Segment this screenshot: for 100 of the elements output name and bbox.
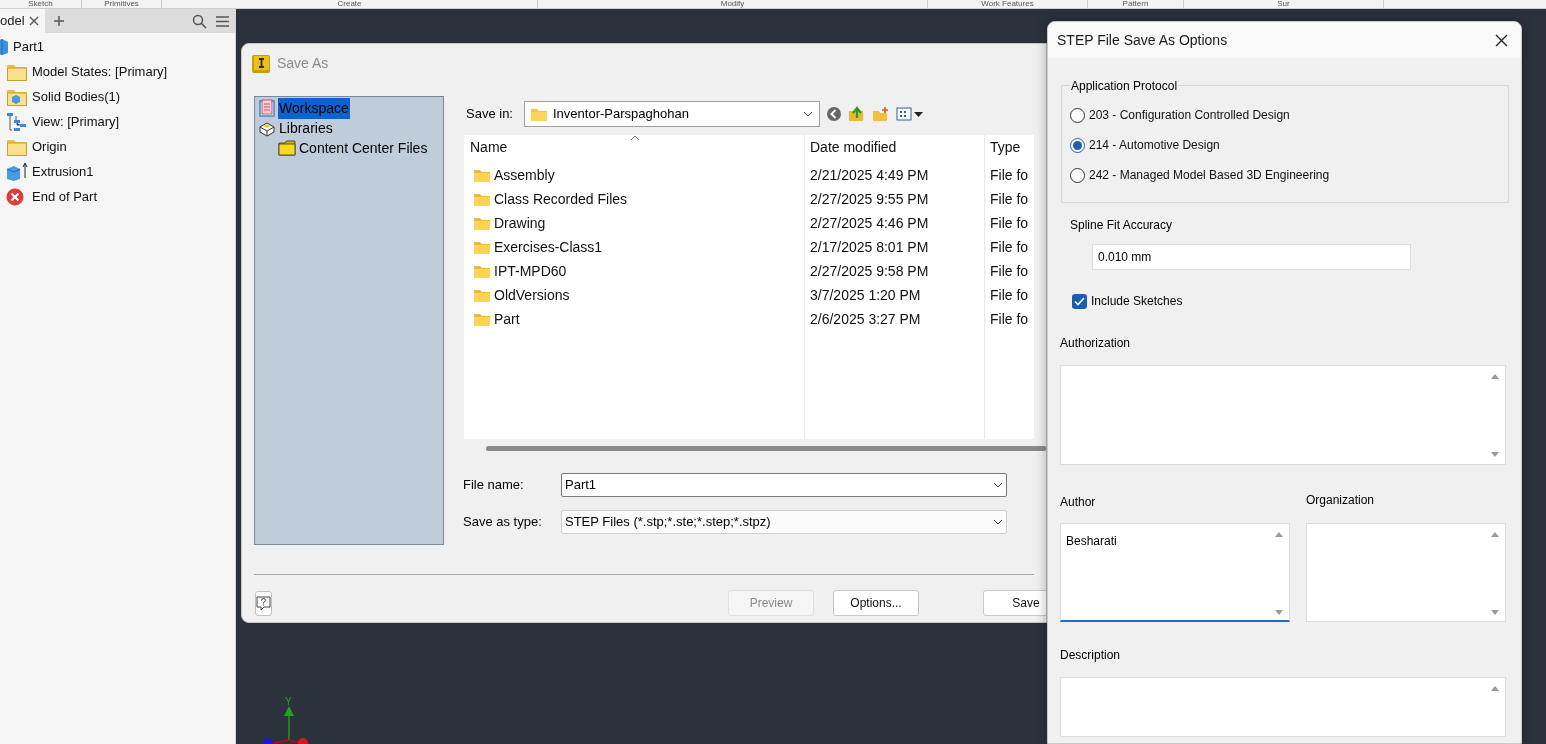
date-cell-text: 3/7/2025 1:20 PM: [809, 285, 922, 305]
authorization-field[interactable]: [1060, 365, 1506, 465]
date-cell-text: 2/17/2025 8:01 PM: [809, 237, 930, 257]
ribbon-tab[interactable]: Work Features: [981, 0, 1034, 8]
back-icon[interactable]: [826, 106, 842, 122]
help-icon: [256, 595, 271, 611]
folder-icon: [278, 140, 296, 156]
scroll-arrows-icon: [1490, 372, 1500, 458]
search-icon[interactable]: [192, 13, 207, 29]
radio-button[interactable]: [1070, 137, 1085, 153]
date-cell-text: 2/6/2025 3:27 PM: [809, 309, 922, 329]
authorization-label: Authorization: [1060, 335, 1132, 352]
view-menu-icon[interactable]: [896, 107, 924, 121]
file-name-cell[interactable]: Part: [494, 308, 520, 330]
save-in-dropdown[interactable]: Inventor-Parspaghohan: [524, 101, 820, 127]
model-tab[interactable]: odel: [0, 9, 45, 33]
type-cell-text: File fo: [989, 237, 1029, 257]
radio-button[interactable]: [1070, 167, 1085, 183]
hierarchy-icon: [6, 111, 28, 132]
scroll-arrows-icon: [1274, 530, 1284, 616]
tab-label: odel: [0, 12, 25, 31]
organization-field[interactable]: [1306, 523, 1506, 622]
file-name-cell[interactable]: Class Recorded Files: [494, 188, 628, 210]
app-logo-icon: [251, 53, 271, 74]
dropdown-value: STEP Files (*.stp;*.ste;*.step;*.stpz): [565, 513, 772, 532]
date-cell-text: 2/27/2025 9:55 PM: [809, 189, 930, 209]
extrusion-icon: [6, 161, 28, 182]
type-cell-text: File fo: [989, 309, 1029, 329]
date-cell-text: 2/27/2025 4:46 PM: [809, 213, 930, 233]
tree-item[interactable]: Model States: [Primary]: [32, 61, 168, 82]
file-name-cell[interactable]: Exercises-Class1: [494, 236, 603, 258]
folder-icon: [473, 263, 491, 279]
menu-icon[interactable]: [215, 14, 230, 28]
dialog-title: Save As: [277, 54, 329, 73]
radio-button[interactable]: [1070, 107, 1085, 123]
radio-label: 242 - Managed Model Based 3D Engineering: [1089, 167, 1330, 184]
save-in-label: Save in:: [466, 105, 514, 124]
tree-item[interactable]: Extrusion1: [32, 161, 94, 182]
place-item[interactable]: Libraries: [278, 117, 334, 139]
tree-item[interactable]: Solid Bodies(1): [32, 86, 121, 107]
axis-triad-drawing: Y: [258, 696, 318, 744]
field-value: Part1: [565, 476, 598, 495]
description-field[interactable]: [1060, 677, 1506, 737]
place-item[interactable]: Content Center Files: [298, 137, 429, 159]
dialog-title: STEP File Save As Options: [1057, 30, 1229, 50]
tree-item[interactable]: Part1: [13, 36, 45, 57]
close-icon[interactable]: [1495, 33, 1508, 47]
file-type-label: Save as type:: [463, 513, 543, 532]
folder-icon: [473, 239, 491, 255]
column-header[interactable]: Date modified: [804, 135, 984, 161]
add-icon[interactable]: [53, 15, 65, 27]
file-name-cell[interactable]: OldVersions: [494, 284, 570, 306]
scrollbar[interactable]: [486, 446, 1046, 451]
dialog-button[interactable]: Options...: [833, 590, 919, 616]
scroll-arrow-icon: [1490, 684, 1500, 692]
file-name-label: File name:: [463, 476, 525, 495]
ribbon-tab[interactable]: Primitives: [104, 0, 139, 8]
column-header[interactable]: Name: [464, 135, 804, 161]
place-item[interactable]: Workspace: [278, 97, 350, 119]
organization-label: Organization: [1306, 492, 1376, 509]
file-type-dropdown[interactable]: STEP Files (*.stp;*.ste;*.step;*.stpz): [561, 510, 1007, 534]
dropdown-value: Inventor-Parspaghohan: [553, 105, 690, 124]
author-field[interactable]: Besharati: [1060, 523, 1290, 622]
radio-label: 203 - Configuration Controlled Design: [1089, 107, 1290, 124]
date-cell-text: 2/21/2025 4:49 PM: [809, 165, 930, 185]
chevron-down-icon: [803, 111, 813, 117]
dialog-button[interactable]: Save: [983, 590, 1046, 616]
ribbon-tab[interactable]: Sur: [1277, 0, 1290, 8]
column-header[interactable]: Type: [984, 135, 1034, 161]
ribbon-tab[interactable]: Sketch: [28, 0, 53, 8]
field-value: Besharati: [1066, 534, 1117, 548]
description-label: Description: [1060, 647, 1122, 664]
date-cell-text: 2/27/2025 9:58 PM: [809, 261, 930, 281]
file-name-field[interactable]: Part1: [561, 473, 1007, 497]
notepad-icon: [258, 99, 276, 117]
file-name-cell[interactable]: IPT-MPD60: [494, 260, 567, 282]
up-folder-icon[interactable]: [848, 106, 866, 122]
chevron-down-icon: [993, 482, 1003, 488]
folder-icon: [473, 215, 491, 231]
type-cell-text: File fo: [989, 213, 1029, 233]
scroll-arrows-icon: [1490, 530, 1500, 616]
ribbon-tab[interactable]: Modify: [720, 0, 745, 8]
type-cell-text: File fo: [989, 189, 1029, 209]
file-name-cell[interactable]: Assembly: [494, 164, 555, 186]
new-folder-icon[interactable]: [872, 106, 890, 122]
ribbon-tab[interactable]: Create: [337, 0, 362, 8]
spline-fit-field[interactable]: 0.010 mm: [1092, 244, 1411, 270]
help-button[interactable]: [255, 590, 272, 616]
close-icon[interactable]: [28, 16, 39, 26]
tree-item[interactable]: End of Part: [32, 186, 98, 207]
ribbon-tab[interactable]: Pattern: [1122, 0, 1149, 8]
checkbox-label: Include Sketches: [1091, 293, 1183, 310]
file-name-cell[interactable]: Drawing: [494, 212, 546, 234]
tree-item[interactable]: Origin: [32, 136, 67, 157]
chevron-down-icon: [993, 519, 1003, 525]
folder-icon: [473, 191, 491, 207]
tree-item[interactable]: View: [Primary]: [32, 111, 120, 132]
type-cell-text: File fo: [989, 165, 1029, 185]
include-sketches-checkbox[interactable]: [1072, 293, 1087, 309]
folder-icon: [473, 287, 491, 303]
